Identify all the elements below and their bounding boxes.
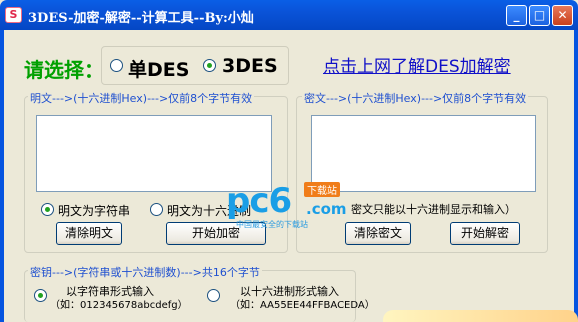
corner-decoration [383, 310, 578, 322]
triple-des-label[interactable]: 3DES [222, 55, 278, 77]
minimize-button[interactable]: _ [506, 5, 527, 26]
key-group-label: 密钥--->(字符串或十六进制数)--->共16个字节 [28, 264, 262, 280]
plaintext-hex-radio[interactable] [150, 203, 163, 216]
plaintext-group-label: 明文--->(十六进制Hex)--->仅前8个字节有效 [28, 90, 255, 106]
key-hex-radio[interactable] [207, 289, 220, 302]
window-title: 3DES-加密-解密--计算工具--By:小灿 [28, 11, 254, 26]
watermark-badge: 下载站 [304, 182, 340, 197]
app-icon[interactable]: S [5, 7, 22, 23]
triple-des-radio[interactable] [203, 59, 216, 72]
ciphertext-hex-note: 密文只能以十六进制显示和输入） [351, 203, 516, 216]
single-des-label[interactable]: 单DES [128, 55, 189, 82]
title-bar[interactable]: S 3DES-加密-解密--计算工具--By:小灿 _ □ ✕ [0, 0, 578, 30]
single-des-radio[interactable] [110, 59, 123, 72]
key-hex-example: （如：AA55EE44FFBACEDA） [230, 300, 375, 311]
close-button[interactable]: ✕ [552, 5, 573, 26]
watermark-tagline: 中国最安全的下载站 [236, 220, 308, 229]
maximize-button[interactable]: □ [529, 5, 550, 26]
des-help-link[interactable]: 点击上网了解DES加解密 [323, 52, 511, 77]
mode-prompt: 请选择： [24, 58, 104, 82]
ciphertext-group-label: 密文--->(十六进制Hex)--->仅前8个字节有效 [302, 90, 529, 106]
decrypt-button[interactable]: 开始解密 [450, 222, 520, 245]
watermark-logo: pc6 [226, 181, 292, 221]
pc6-watermark: pc6 下载站 .com 中国最安全的下载站 [226, 181, 356, 231]
key-string-radio[interactable] [34, 289, 47, 302]
clear-plaintext-button[interactable]: 清除明文 [56, 222, 122, 245]
watermark-domain: .com [306, 200, 347, 218]
plaintext-string-radio[interactable] [41, 203, 54, 216]
window-frame-left [0, 30, 4, 322]
window-frame-right [574, 30, 578, 322]
key-string-example: （如：012345678abcdefg） [50, 300, 188, 311]
plaintext-string-label[interactable]: 明文为字符串 [58, 202, 130, 219]
